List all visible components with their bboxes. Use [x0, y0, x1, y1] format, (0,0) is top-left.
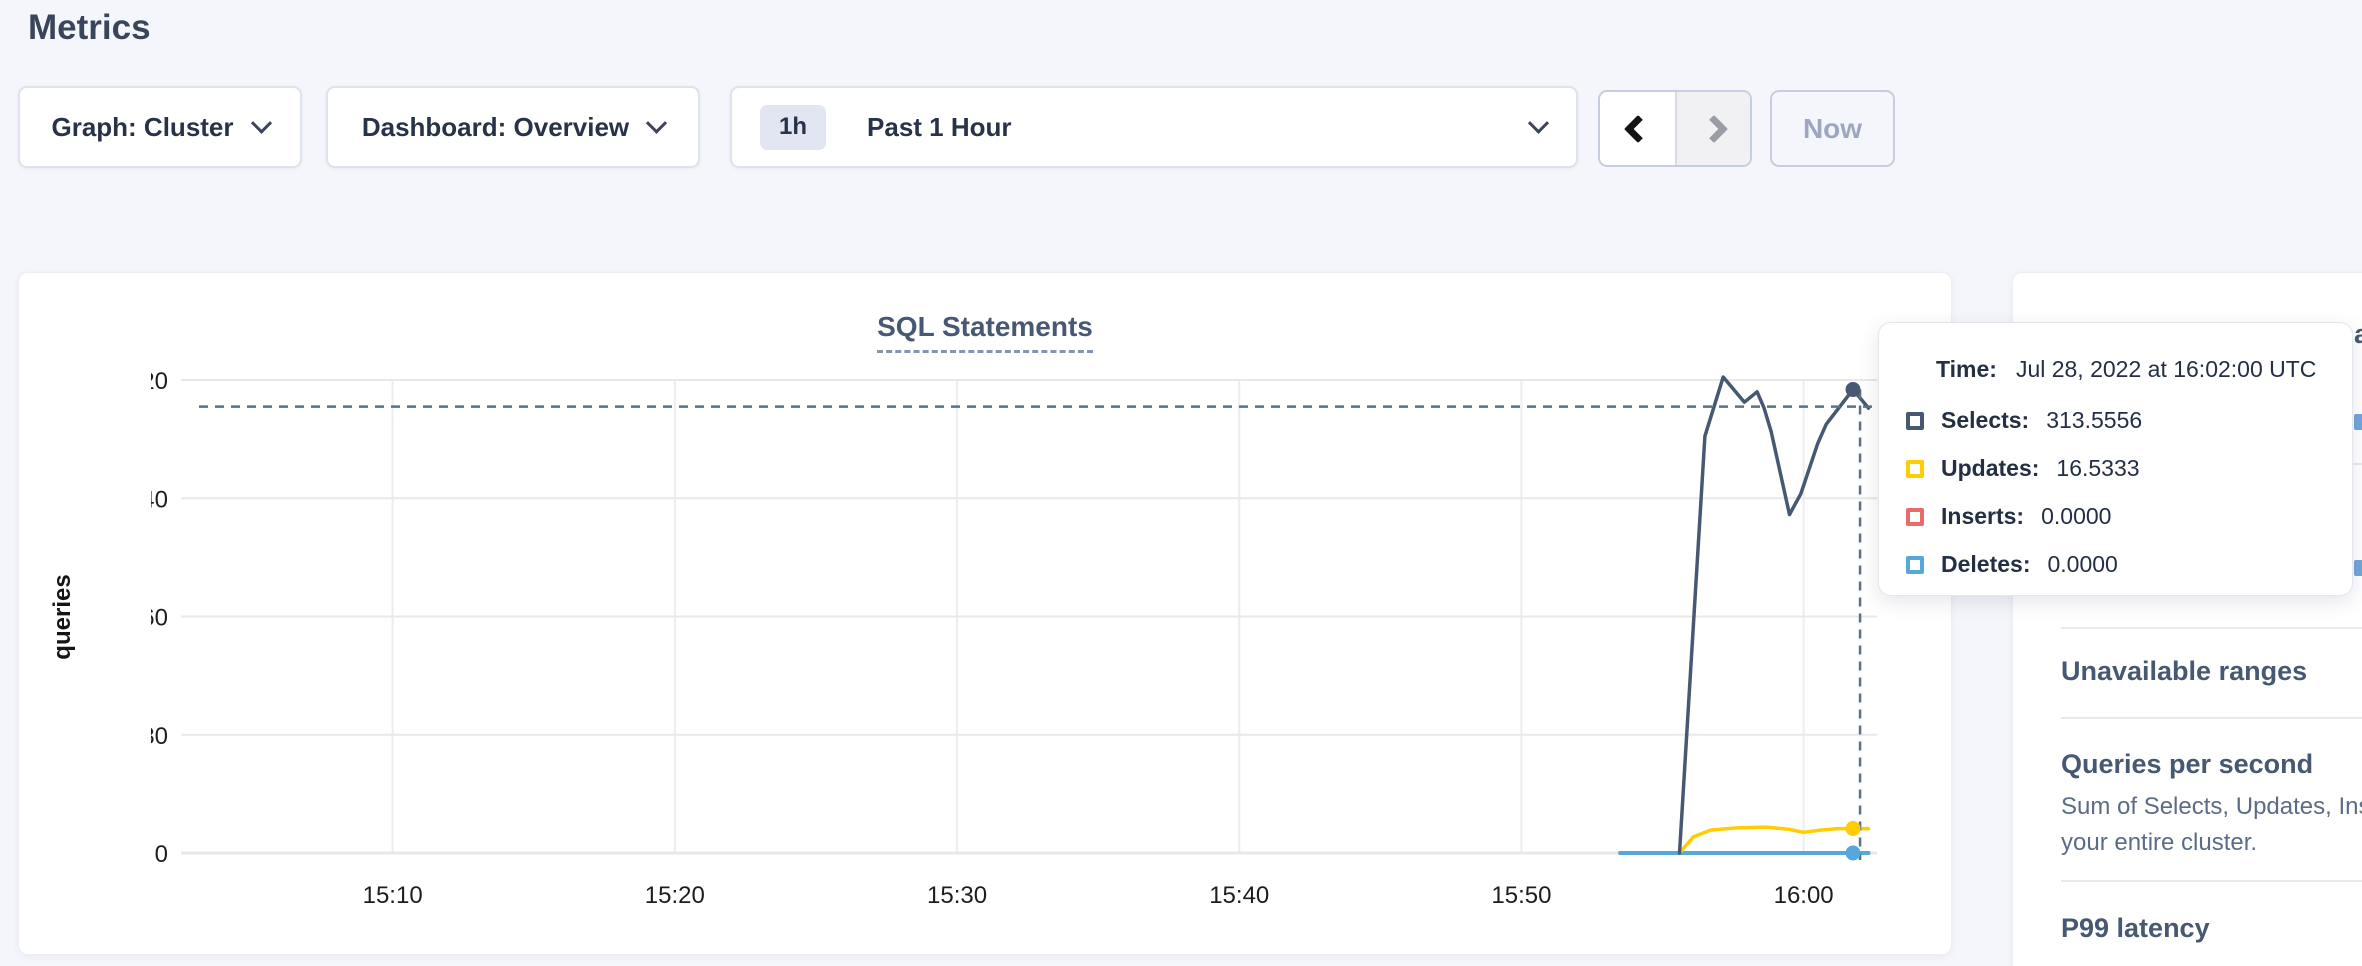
svg-text:15:20: 15:20: [645, 882, 705, 909]
sidebar-divider: [2061, 717, 2362, 719]
sidebar-stat-unavailable-ranges: Unavailable ranges: [2061, 656, 2362, 687]
tooltip-series-label: Updates:: [1941, 455, 2039, 482]
clipped-heading-fragment: a: [2354, 319, 2362, 350]
y-axis-label: queries: [49, 527, 77, 707]
chevron-left-icon: [1623, 114, 1651, 142]
chevron-down-icon: [1528, 112, 1549, 133]
chevron-down-icon: [646, 112, 667, 133]
sql-statements-chart-card: SQL Statements queries 15:1015:2015:3015…: [18, 272, 1952, 955]
dashboard-dropdown-label: Dashboard: Overview: [362, 112, 629, 143]
svg-text:16:00: 16:00: [1774, 882, 1834, 909]
tooltip-series-value: 0.0000: [2041, 503, 2111, 530]
time-range-label: Past 1 Hour: [867, 112, 1012, 143]
sidebar-stat-description-line: your entire cluster.: [2061, 829, 2362, 857]
tooltip-series-value: 16.5333: [2056, 455, 2139, 482]
sidebar-stat-p99-latency: P99 latency: [2061, 913, 2362, 944]
svg-text:15:40: 15:40: [1209, 882, 1269, 909]
tooltip-series-value: 313.5556: [2046, 407, 2142, 434]
clipped-link-fragment: [2354, 414, 2362, 430]
time-range-badge: 1h: [760, 105, 826, 150]
clipped-link-fragment: [2354, 560, 2362, 576]
svg-text:320: 320: [151, 368, 168, 395]
deletes-legend-swatch-icon: [1906, 556, 1924, 574]
updates-legend-swatch-icon: [1906, 460, 1924, 478]
time-range-dropdown[interactable]: 1h Past 1 Hour: [730, 86, 1578, 168]
svg-text:15:10: 15:10: [363, 882, 423, 909]
sidebar-stat-description-line: Sum of Selects, Updates, Inser: [2061, 793, 2362, 821]
dashboard-dropdown[interactable]: Dashboard: Overview: [326, 86, 700, 168]
svg-text:240: 240: [151, 486, 168, 513]
svg-text:15:30: 15:30: [927, 882, 987, 909]
svg-text:80: 80: [151, 723, 168, 750]
sql-statements-chart[interactable]: 15:10 15:20 15:30 15:40 15:50 16:00 0 80 160 240 3…: [151, 351, 1891, 931]
chevron-right-icon: [1699, 114, 1727, 142]
tooltip-series-value: 0.0000: [2047, 551, 2117, 578]
chevron-down-icon: [250, 112, 271, 133]
time-step-button-group: [1598, 90, 1752, 167]
prev-time-button[interactable]: [1600, 92, 1675, 165]
chart-hover-tooltip: Time: Jul 28, 2022 at 16:02:00 UTC Selec…: [1878, 322, 2353, 596]
svg-text:0: 0: [155, 841, 168, 868]
tooltip-series-label: Selects:: [1941, 407, 2029, 434]
svg-text:15:50: 15:50: [1491, 882, 1551, 909]
tooltip-time-value: Jul 28, 2022 at 16:02:00 UTC: [2016, 356, 2316, 383]
graph-dropdown[interactable]: Graph: Cluster: [18, 86, 302, 168]
tooltip-time-label: Time:: [1936, 356, 1997, 383]
sidebar-divider: [2061, 880, 2362, 882]
svg-text:160: 160: [151, 605, 168, 632]
next-time-button-disabled[interactable]: [1675, 92, 1750, 165]
inserts-legend-swatch-icon: [1906, 508, 1924, 526]
chart-title[interactable]: SQL Statements: [877, 311, 1093, 353]
tooltip-series-label: Inserts:: [1941, 503, 2024, 530]
selects-legend-swatch-icon: [1906, 412, 1924, 430]
now-button[interactable]: Now: [1770, 90, 1895, 167]
sidebar-divider: [2061, 627, 2362, 629]
tooltip-series-label: Deletes:: [1941, 551, 2030, 578]
sidebar-stat-queries-per-second: Queries per second: [2061, 749, 2362, 780]
page-title: Metrics: [28, 8, 151, 48]
graph-dropdown-label: Graph: Cluster: [51, 112, 233, 143]
